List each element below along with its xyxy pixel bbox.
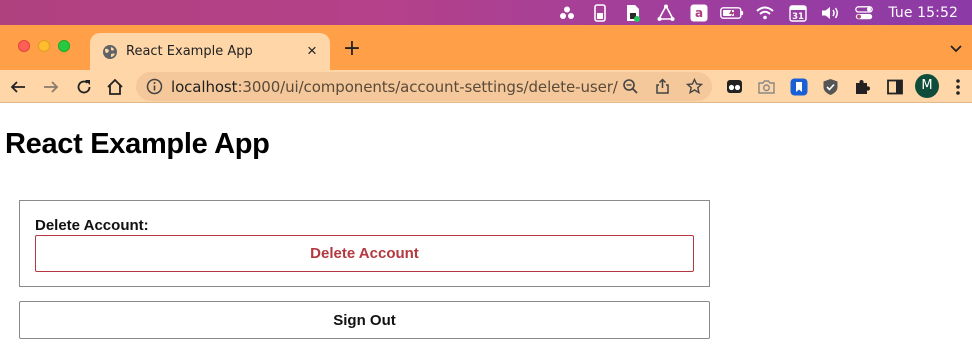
globe-icon <box>103 44 117 59</box>
cluster-icon[interactable] <box>550 0 583 25</box>
site-info-icon[interactable] <box>146 78 163 95</box>
tab-title: React Example App <box>126 44 253 59</box>
tab-close-icon[interactable]: × <box>304 42 320 59</box>
window-minimize-button[interactable] <box>38 40 50 52</box>
delete-account-card: Delete Account: Delete Account <box>19 200 710 287</box>
wifi-icon[interactable] <box>748 0 781 25</box>
volume-icon[interactable] <box>814 0 847 25</box>
sim-icon[interactable] <box>616 0 649 25</box>
camera-extension-icon[interactable] <box>757 77 776 96</box>
url-path: :3000/ui/components/account-settings/del… <box>237 78 618 96</box>
calendar-day: 31 <box>792 12 804 22</box>
profile-avatar[interactable]: M <box>915 74 939 98</box>
battery-phone-icon[interactable] <box>583 0 616 25</box>
new-tab-icon[interactable]: + <box>342 38 362 60</box>
tab-manager-extension-icon[interactable] <box>725 77 744 96</box>
url-text[interactable]: localhost:3000/ui/components/account-set… <box>171 78 618 96</box>
share-icon[interactable] <box>654 78 671 95</box>
tab-search-chevron-icon[interactable] <box>948 40 964 56</box>
browser-menu-kebab-icon[interactable] <box>952 76 964 98</box>
page-title: React Example App <box>5 128 270 160</box>
battery-icon[interactable] <box>715 0 748 25</box>
amazon-icon[interactable]: a <box>682 0 715 25</box>
reload-icon[interactable] <box>73 76 95 98</box>
home-icon[interactable] <box>104 76 126 98</box>
bookmark-extension-icon[interactable] <box>789 77 808 96</box>
menubar-clock[interactable]: Tue 15:52 <box>888 5 958 21</box>
browser-toolbar: localhost:3000/ui/components/account-set… <box>0 70 972 103</box>
zoom-icon[interactable] <box>622 78 639 95</box>
delete-account-label: Delete Account: <box>35 217 149 234</box>
bookmark-star-icon[interactable] <box>686 78 703 95</box>
side-panel-icon[interactable] <box>885 77 904 96</box>
calendar-icon[interactable]: 31 <box>781 0 814 25</box>
browser-tab-active[interactable]: React Example App × <box>90 33 330 70</box>
back-arrow-icon[interactable] <box>7 76 29 98</box>
control-center-icon[interactable] <box>847 0 880 25</box>
svg-text:a: a <box>695 6 703 20</box>
privacy-shield-extension-icon[interactable] <box>821 77 840 96</box>
vector-icon[interactable] <box>649 0 682 25</box>
window-close-button[interactable] <box>18 40 30 52</box>
macos-menubar: a 31 Tue 15:52 <box>0 0 972 25</box>
delete-account-button[interactable]: Delete Account <box>35 235 694 272</box>
browser-tab-strip: React Example App × + <box>0 25 972 70</box>
window-maximize-button[interactable] <box>58 40 70 52</box>
forward-arrow-icon[interactable] <box>40 76 62 98</box>
extensions-puzzle-icon[interactable] <box>853 77 872 96</box>
sign-out-button[interactable]: Sign Out <box>19 301 710 339</box>
address-bar[interactable]: localhost:3000/ui/components/account-set… <box>136 72 712 101</box>
url-host: localhost <box>171 78 238 96</box>
